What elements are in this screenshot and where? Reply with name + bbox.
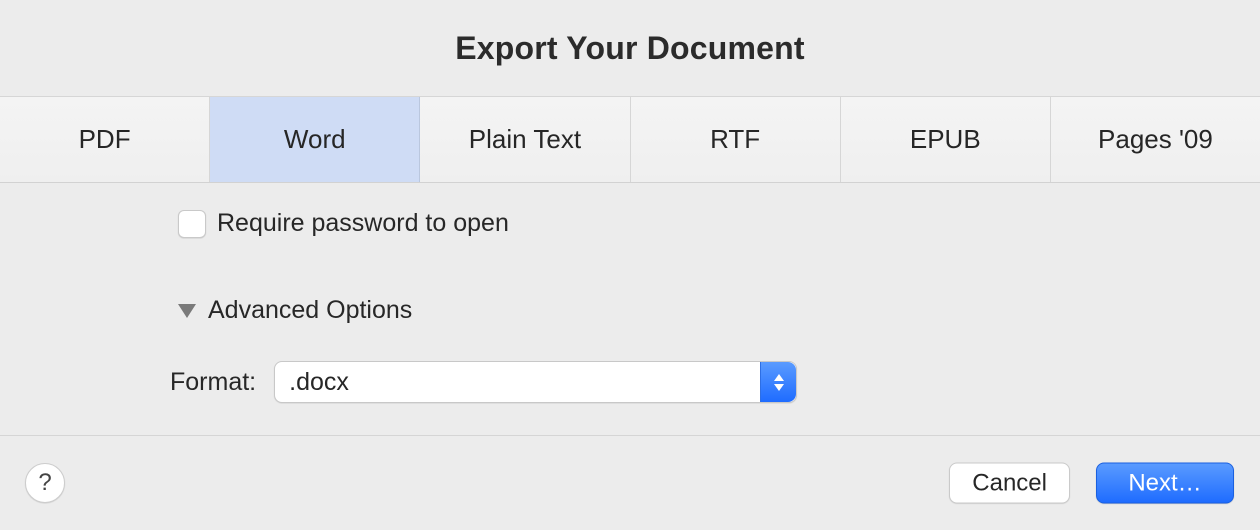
format-label: Format: <box>170 368 256 397</box>
format-tab-strip: PDF Word Plain Text RTF EPUB Pages '09 <box>0 96 1260 183</box>
require-password-checkbox[interactable] <box>178 210 206 238</box>
format-select[interactable]: .docx <box>274 361 797 403</box>
format-select-stepper[interactable] <box>760 362 796 402</box>
help-icon: ? <box>38 469 51 497</box>
advanced-options-label: Advanced Options <box>208 296 412 325</box>
chevron-up-icon <box>774 374 784 381</box>
format-selected-value: .docx <box>289 368 349 397</box>
tab-plain-text[interactable]: Plain Text <box>420 97 630 182</box>
export-dialog: Export Your Document PDF Word Plain Text… <box>0 0 1260 530</box>
tab-rtf[interactable]: RTF <box>631 97 841 182</box>
tab-epub[interactable]: EPUB <box>841 97 1051 182</box>
next-button[interactable]: Next… <box>1096 463 1234 504</box>
require-password-row: Require password to open <box>178 209 509 238</box>
disclosure-triangle-icon <box>178 304 196 318</box>
dialog-title: Export Your Document <box>455 30 805 67</box>
tab-pdf[interactable]: PDF <box>0 97 210 182</box>
tab-word[interactable]: Word <box>210 97 420 182</box>
require-password-label: Require password to open <box>217 209 509 238</box>
tab-pages-09[interactable]: Pages '09 <box>1051 97 1260 182</box>
advanced-options-toggle[interactable]: Advanced Options <box>178 296 412 325</box>
format-row: Format: .docx <box>170 361 797 403</box>
chevron-down-icon <box>774 384 784 391</box>
dialog-body: Require password to open Advanced Option… <box>0 183 1260 435</box>
footer-buttons: Cancel Next… <box>949 463 1234 504</box>
cancel-button[interactable]: Cancel <box>949 463 1070 504</box>
dialog-footer: ? Cancel Next… <box>0 435 1260 530</box>
help-button[interactable]: ? <box>25 463 65 503</box>
title-area: Export Your Document <box>0 0 1260 96</box>
